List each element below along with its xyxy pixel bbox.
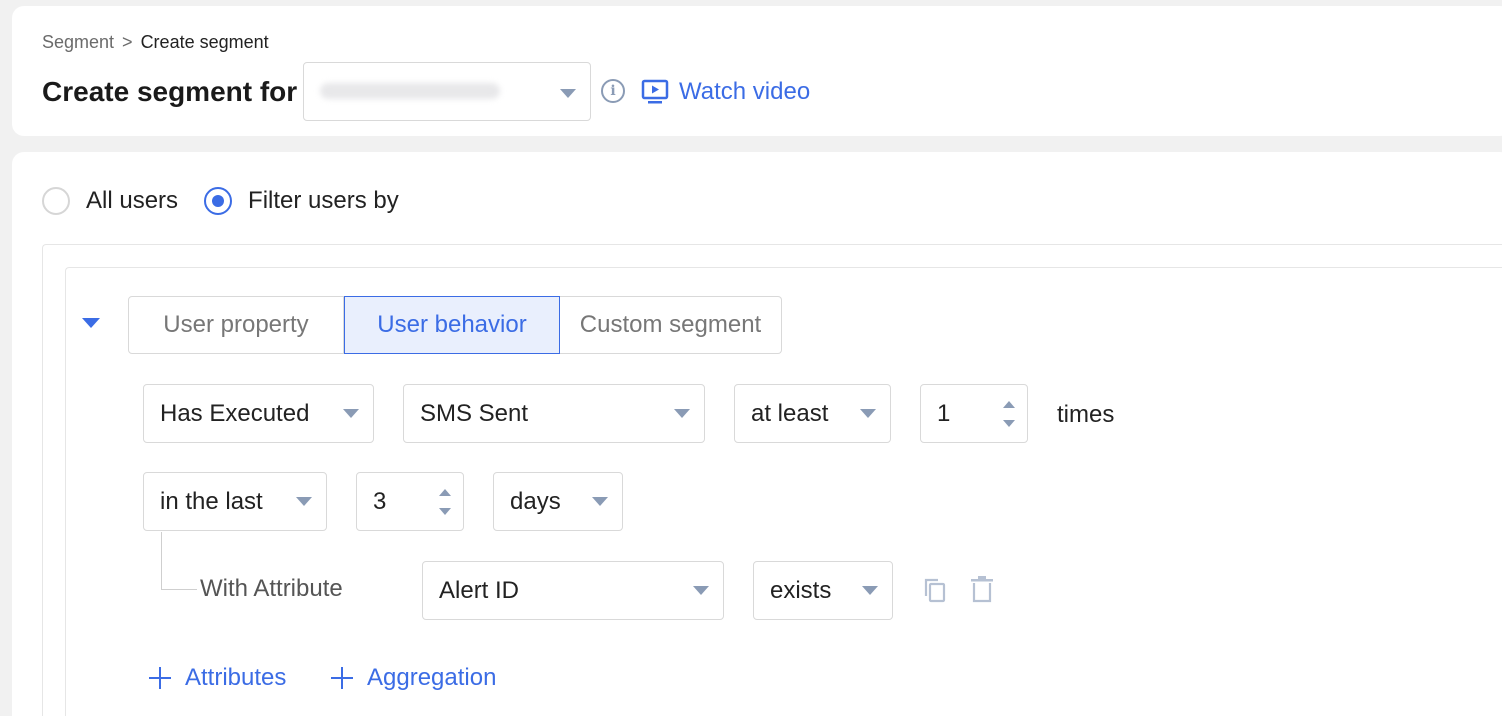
plus-icon <box>149 667 171 689</box>
decrement-icon[interactable] <box>439 508 451 515</box>
breadcrumb-parent[interactable]: Segment <box>42 32 114 53</box>
increment-icon[interactable] <box>1003 401 1015 408</box>
app-select[interactable] <box>303 62 591 121</box>
trash-icon[interactable] <box>970 575 994 603</box>
plus-icon <box>331 667 353 689</box>
chevron-down-icon <box>592 497 608 506</box>
watch-video-link[interactable]: Watch video <box>641 78 810 106</box>
comparator-select[interactable]: at least <box>734 384 891 443</box>
breadcrumb: Segment > Create segment <box>42 32 269 53</box>
copy-icon[interactable] <box>922 576 948 604</box>
attribute-operator-select[interactable]: exists <box>753 561 893 620</box>
chevron-down-icon <box>862 586 878 595</box>
add-attributes-button[interactable]: Attributes <box>149 664 286 692</box>
app-select-value-blurred <box>320 83 500 99</box>
attribute-select[interactable]: Alert ID <box>422 561 724 620</box>
tab-custom-segment[interactable]: Custom segment <box>560 296 782 354</box>
audience-radio-group: All users Filter users by <box>42 187 399 215</box>
chevron-down-icon <box>674 409 690 418</box>
comparator-select-value: at least <box>751 399 829 427</box>
breadcrumb-current: Create segment <box>140 32 269 52</box>
tree-connector <box>161 532 197 590</box>
filter-type-tabs: User property User behavior Custom segme… <box>128 296 782 354</box>
info-icon[interactable]: i <box>601 79 625 103</box>
chevron-down-icon <box>296 497 312 506</box>
count-stepper[interactable]: 1 <box>920 384 1028 443</box>
chevron-down-icon <box>560 89 576 98</box>
segment-builder-card: All users Filter users by User property … <box>12 152 1502 716</box>
count-value: 1 <box>937 399 951 427</box>
time-unit-select[interactable]: days <box>493 472 623 531</box>
collapse-caret-icon[interactable] <box>82 318 100 328</box>
header-card: Segment > Create segment Create segment … <box>12 6 1502 136</box>
filter-users-radio[interactable] <box>204 187 233 215</box>
chevron-down-icon <box>343 409 359 418</box>
chevron-down-icon <box>860 409 876 418</box>
time-operator-select[interactable]: in the last <box>143 472 327 531</box>
filter-condition-block: User property User behavior Custom segme… <box>65 267 1502 716</box>
event-select-value: SMS Sent <box>420 399 529 427</box>
tab-user-property[interactable]: User property <box>128 296 344 354</box>
filter-group-container: User property User behavior Custom segme… <box>42 244 1502 716</box>
time-unit-value: days <box>510 487 561 515</box>
decrement-icon[interactable] <box>1003 420 1015 427</box>
add-aggregation-label: Aggregation <box>367 664 497 691</box>
increment-icon[interactable] <box>439 489 451 496</box>
attribute-operator-value: exists <box>770 576 832 604</box>
attribute-select-value: Alert ID <box>439 576 520 604</box>
filter-users-label[interactable]: Filter users by <box>248 187 399 215</box>
with-attribute-label: With Attribute <box>200 575 343 602</box>
page-title: Create segment for <box>42 76 298 107</box>
all-users-label[interactable]: All users <box>86 187 178 215</box>
add-attributes-label: Attributes <box>185 664 287 691</box>
event-select[interactable]: SMS Sent <box>403 384 705 443</box>
execution-select-value: Has Executed <box>160 399 310 427</box>
time-operator-value: in the last <box>160 487 263 515</box>
time-value-stepper[interactable]: 3 <box>356 472 464 531</box>
time-value: 3 <box>373 487 387 515</box>
chevron-down-icon <box>693 586 709 595</box>
all-users-radio[interactable] <box>42 187 70 215</box>
tab-user-behavior[interactable]: User behavior <box>344 296 560 354</box>
breadcrumb-separator: > <box>122 32 133 52</box>
execution-select[interactable]: Has Executed <box>143 384 374 443</box>
video-play-icon <box>641 79 669 104</box>
watch-video-label: Watch video <box>679 78 811 105</box>
add-aggregation-button[interactable]: Aggregation <box>331 664 496 692</box>
count-suffix-label: times <box>1057 401 1115 428</box>
